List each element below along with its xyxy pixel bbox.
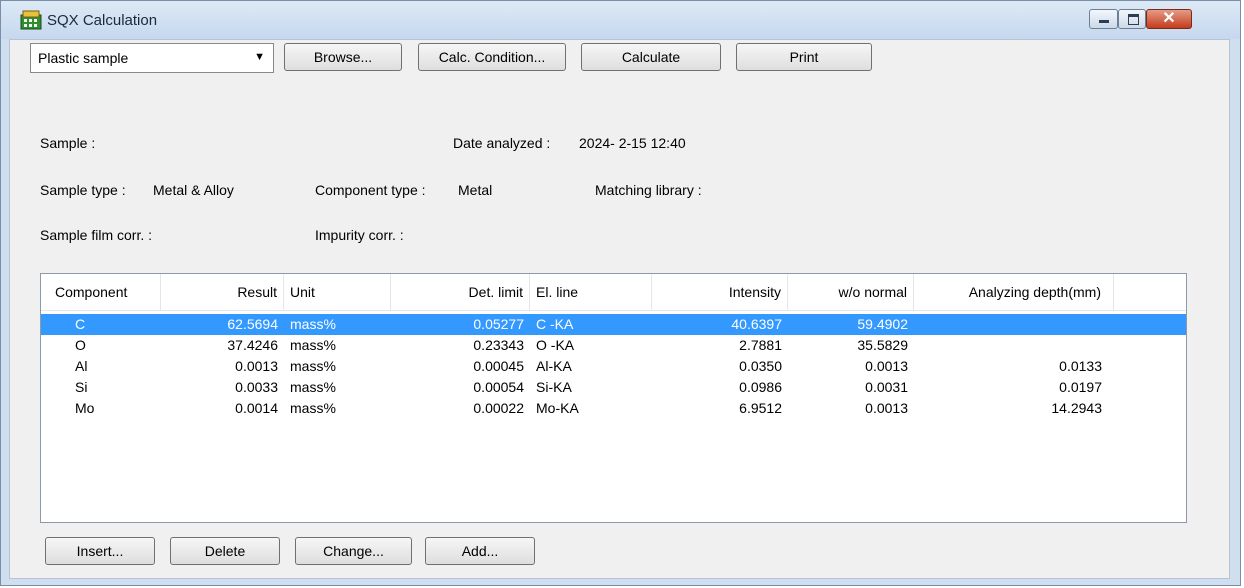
header-intensity[interactable]: Intensity xyxy=(652,274,788,310)
cell-wo-normal: 59.4902 xyxy=(857,316,908,332)
calc-condition-button[interactable]: Calc. Condition... xyxy=(418,43,566,71)
cell-det-limit: 0.05277 xyxy=(473,316,524,332)
sample-label: Sample : xyxy=(40,135,96,151)
minimize-button[interactable] xyxy=(1089,9,1118,29)
table-row[interactable]: Al 0.0013 mass% 0.00045 Al-KA 0.0350 0.0… xyxy=(41,356,1186,377)
cell-el-line: Si-KA xyxy=(536,379,572,395)
sample-type-label: Sample type : xyxy=(40,182,126,198)
date-analyzed-value: 2024- 2-15 12:40 xyxy=(579,135,686,151)
sample-select-value: Plastic sample xyxy=(38,50,129,66)
cell-result: 37.4246 xyxy=(227,337,278,353)
cell-result: 0.0013 xyxy=(235,358,278,374)
cell-result: 62.5694 xyxy=(227,316,278,332)
cell-el-line: Al-KA xyxy=(536,358,572,374)
results-table[interactable]: Component Result Unit Det. limit El. lin… xyxy=(40,273,1187,523)
cell-component: C xyxy=(75,316,86,332)
cell-result: 0.0033 xyxy=(235,379,278,395)
component-type-label: Component type : xyxy=(315,182,426,198)
header-unit[interactable]: Unit xyxy=(284,274,391,310)
insert-button[interactable]: Insert... xyxy=(45,537,155,565)
sample-type-value: Metal & Alloy xyxy=(153,182,234,198)
header-component[interactable]: Component xyxy=(41,274,161,310)
cell-analyzing-depth: 14.2943 xyxy=(1051,400,1102,416)
cell-det-limit: 0.00054 xyxy=(473,379,524,395)
cell-el-line: C -KA xyxy=(536,316,574,332)
cell-det-limit: 0.23343 xyxy=(473,337,524,353)
table-row[interactable]: O 37.4246 mass% 0.23343 O -KA 2.7881 35.… xyxy=(41,335,1186,356)
cell-unit: mass% xyxy=(290,379,336,395)
cell-unit: mass% xyxy=(290,358,336,374)
print-button[interactable]: Print xyxy=(736,43,872,71)
cell-wo-normal: 0.0013 xyxy=(865,400,908,416)
add-button[interactable]: Add... xyxy=(425,537,535,565)
matching-library-label: Matching library : xyxy=(595,182,702,198)
cell-intensity: 6.9512 xyxy=(739,400,782,416)
cell-el-line: Mo-KA xyxy=(536,400,579,416)
header-analyzing-depth[interactable]: Analyzing depth(mm) xyxy=(914,274,1114,310)
table-row[interactable]: C 62.5694 mass% 0.05277 C -KA 40.6397 59… xyxy=(41,314,1186,335)
title-bar[interactable]: SQX Calculation ✕ xyxy=(1,1,1240,39)
cell-wo-normal: 35.5829 xyxy=(857,337,908,353)
cell-intensity: 0.0986 xyxy=(739,379,782,395)
cell-component: O xyxy=(75,337,86,353)
cell-unit: mass% xyxy=(290,400,336,416)
cell-intensity: 0.0350 xyxy=(739,358,782,374)
maximize-icon xyxy=(1128,14,1139,25)
table-row[interactable]: Si 0.0033 mass% 0.00054 Si-KA 0.0986 0.0… xyxy=(41,377,1186,398)
cell-analyzing-depth: 0.0133 xyxy=(1059,358,1102,374)
cell-intensity: 40.6397 xyxy=(731,316,782,332)
header-det-limit[interactable]: Det. limit xyxy=(391,274,530,310)
cell-unit: mass% xyxy=(290,316,336,332)
cell-analyzing-depth xyxy=(914,335,1108,356)
calculate-button[interactable]: Calculate xyxy=(581,43,721,71)
header-wo-normal[interactable]: w/o normal xyxy=(788,274,914,310)
window-title: SQX Calculation xyxy=(47,12,158,29)
header-el-line[interactable]: El. line xyxy=(530,274,652,310)
cell-component: Mo xyxy=(75,400,95,416)
cell-wo-normal: 0.0013 xyxy=(865,358,908,374)
sqx-calculation-window: SQX Calculation ✕ Plastic sample ▼ Brows… xyxy=(0,0,1241,586)
cell-result: 0.0014 xyxy=(235,400,278,416)
maximize-button[interactable] xyxy=(1118,9,1146,29)
table-body: C 62.5694 mass% 0.05277 C -KA 40.6397 59… xyxy=(41,314,1186,419)
date-analyzed-label: Date analyzed : xyxy=(453,135,551,151)
change-button[interactable]: Change... xyxy=(295,537,412,565)
cell-det-limit: 0.00045 xyxy=(473,358,524,374)
cell-component: Si xyxy=(75,379,88,395)
cell-wo-normal: 0.0031 xyxy=(865,379,908,395)
close-button[interactable]: ✕ xyxy=(1146,9,1192,29)
close-icon: ✕ xyxy=(1162,10,1176,27)
calculator-app-icon xyxy=(20,10,42,30)
browse-button[interactable]: Browse... xyxy=(284,43,402,71)
cell-unit: mass% xyxy=(290,337,336,353)
component-type-value: Metal xyxy=(458,182,493,198)
impurity-corr-label: Impurity corr. : xyxy=(315,227,404,243)
cell-analyzing-depth: 0.0197 xyxy=(1059,379,1102,395)
delete-button[interactable]: Delete xyxy=(170,537,280,565)
cell-intensity: 2.7881 xyxy=(739,337,782,353)
sample-select[interactable]: Plastic sample ▼ xyxy=(30,43,274,73)
chevron-down-icon[interactable]: ▼ xyxy=(254,51,265,63)
header-result[interactable]: Result xyxy=(161,274,284,310)
cell-analyzing-depth xyxy=(914,314,1108,335)
cell-el-line: O -KA xyxy=(536,337,575,353)
sample-film-corr-label: Sample film corr. : xyxy=(40,227,153,243)
table-header: Component Result Unit Det. limit El. lin… xyxy=(41,274,1186,311)
table-row[interactable]: Mo 0.0014 mass% 0.00022 Mo-KA 6.9512 0.0… xyxy=(41,398,1186,419)
cell-component: Al xyxy=(75,358,88,374)
cell-det-limit: 0.00022 xyxy=(473,400,524,416)
minimize-icon xyxy=(1099,20,1109,23)
